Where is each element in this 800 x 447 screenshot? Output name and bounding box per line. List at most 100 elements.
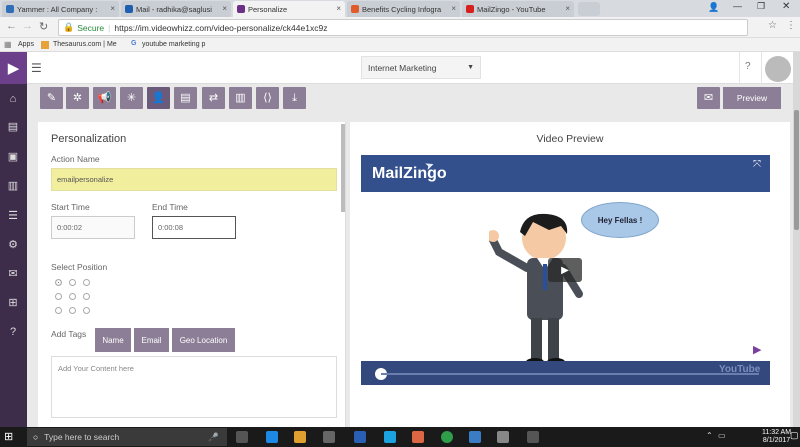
microphone-icon[interactable]: 🎤 xyxy=(208,432,219,443)
start-time-input[interactable]: 0:00:02 xyxy=(51,216,135,239)
browser-tab[interactable]: Benefits Cycling Infogra × xyxy=(347,1,460,17)
task-view-icon[interactable] xyxy=(236,431,248,443)
position-radio-mid-right[interactable] xyxy=(83,293,90,300)
help-icon[interactable]: ? xyxy=(6,325,20,339)
position-radio-bottom-center[interactable] xyxy=(69,307,76,314)
menu-dots-icon[interactable]: ⋮ xyxy=(786,20,796,31)
store-icon[interactable] xyxy=(323,431,335,443)
clock-date: 8/1/2017 xyxy=(762,437,791,444)
close-window-icon[interactable]: ✕ xyxy=(782,1,790,12)
content-textarea[interactable]: Add Your Content here xyxy=(51,356,337,418)
close-tab-icon[interactable]: × xyxy=(565,4,570,13)
home-icon[interactable]: ⌂ xyxy=(6,92,20,106)
browser-tab[interactable]: Mail - radhika@saglusi × xyxy=(121,1,231,17)
position-radio-bottom-left[interactable] xyxy=(55,307,62,314)
back-icon[interactable]: ← xyxy=(6,20,17,32)
address-input[interactable]: 🔒 Secure | https://im.videowhizz.com/vid… xyxy=(58,19,748,36)
page-scrollbar[interactable] xyxy=(793,52,800,427)
browser-tab[interactable]: MailZingo - YouTube × xyxy=(462,1,574,17)
position-radio-top-left[interactable] xyxy=(55,279,62,286)
video-player[interactable]: MailZingo ➤ ⤧ Hey Fellas ! ▶ ▶ YouTube xyxy=(361,155,770,385)
preview-button[interactable]: Preview xyxy=(723,87,781,109)
gear-icon[interactable]: ⚙ xyxy=(6,238,20,252)
file-explorer-icon[interactable] xyxy=(294,431,306,443)
forward-icon[interactable]: → xyxy=(22,20,33,32)
reload-icon[interactable]: ↻ xyxy=(39,20,48,33)
taskbar-search[interactable]: ○ Type here to search 🎤 xyxy=(27,428,227,446)
clock[interactable]: 11:32 AM 8/1/2017 xyxy=(762,429,791,445)
settings-wheel-icon[interactable]: ✲ xyxy=(66,87,89,109)
hamburger-icon[interactable]: ☰ xyxy=(31,61,42,75)
profile-icon[interactable]: 👤 xyxy=(708,2,719,13)
end-time-input[interactable]: 0:00:08 xyxy=(152,216,236,239)
position-radio-top-right[interactable] xyxy=(83,279,90,286)
sparkle-icon[interactable]: ✳ xyxy=(120,87,143,109)
edit-icon[interactable]: ✎ xyxy=(40,87,63,109)
close-tab-icon[interactable]: × xyxy=(451,4,456,13)
tray-arrow-icon[interactable]: ⌃ xyxy=(706,431,713,440)
download-icon[interactable]: ⤓ xyxy=(283,87,306,109)
position-radio-top-center[interactable] xyxy=(69,279,76,286)
tab-label: Personalize xyxy=(248,4,288,14)
star-icon[interactable]: ☆ xyxy=(768,20,777,31)
bar-chart-icon[interactable]: ▥ xyxy=(229,87,252,109)
browser-tab[interactable]: Personalize × xyxy=(233,1,345,17)
document-icon[interactable]: ▤ xyxy=(174,87,197,109)
position-radio-mid-left[interactable] xyxy=(55,293,62,300)
tab-label: Yammer : All Company : xyxy=(17,4,98,14)
browser-tab[interactable]: Yammer : All Company : × xyxy=(2,1,119,17)
close-tab-icon[interactable]: × xyxy=(336,4,341,13)
email-icon[interactable]: ✉ xyxy=(697,87,720,109)
play-button[interactable]: ▶ xyxy=(548,258,582,282)
scrollbar[interactable] xyxy=(341,124,345,212)
videowhizz-watermark-icon: ▶ xyxy=(753,344,762,356)
position-radio-bottom-right[interactable] xyxy=(83,307,90,314)
folder-app-icon[interactable] xyxy=(527,431,539,443)
notifications-icon[interactable]: ▢ xyxy=(790,430,799,441)
app-icon[interactable] xyxy=(412,431,424,443)
close-tab-icon[interactable]: × xyxy=(110,4,115,13)
film-icon[interactable]: ▣ xyxy=(6,150,20,164)
seek-track[interactable] xyxy=(381,373,759,375)
caret-down-icon: ▼ xyxy=(467,64,474,71)
fullscreen-icon[interactable]: ⤧ xyxy=(753,159,761,170)
add-tags-label: Add Tags xyxy=(51,329,87,339)
close-tab-icon[interactable]: × xyxy=(222,4,227,13)
megaphone-icon[interactable]: ✉ xyxy=(6,267,20,281)
avatar[interactable] xyxy=(765,56,791,82)
project-dropdown[interactable]: Internet Marketing ▼ xyxy=(361,56,481,79)
position-radio-mid-center[interactable] xyxy=(69,293,76,300)
megaphone-button[interactable]: 📢 xyxy=(93,87,116,109)
layers-icon[interactable]: ☰ xyxy=(6,209,20,223)
minimize-icon[interactable]: — xyxy=(733,1,742,11)
new-tab-button[interactable] xyxy=(578,2,600,16)
bookmark-youtube-marketing[interactable]: youtube marketing p xyxy=(142,41,205,48)
maximize-icon[interactable]: ❐ xyxy=(757,1,765,12)
word-icon[interactable] xyxy=(354,431,366,443)
edge-icon[interactable] xyxy=(266,431,278,443)
personalize-user-icon[interactable]: 👤 xyxy=(147,87,170,109)
tag-name-button[interactable]: Name xyxy=(95,328,131,352)
swap-icon[interactable]: ⇄ xyxy=(202,87,225,109)
network-icon[interactable]: ▭ xyxy=(718,431,726,440)
tag-geo-location-button[interactable]: Geo Location xyxy=(172,328,235,352)
chart-icon[interactable]: ▥ xyxy=(6,179,20,193)
page-scrollbar-thumb[interactable] xyxy=(794,110,799,230)
action-name-input[interactable]: emailpersonalize xyxy=(51,168,337,191)
bookmark-apps[interactable]: Apps xyxy=(18,41,34,48)
photos-icon[interactable] xyxy=(469,431,481,443)
windows-start-icon[interactable]: ⊞ xyxy=(4,430,13,443)
videowhizz-logo[interactable]: ▶ xyxy=(0,52,27,84)
help-link[interactable]: ? xyxy=(745,61,751,72)
code-icon[interactable]: ⟨⟩ xyxy=(256,87,279,109)
search-icon: ○ xyxy=(33,432,39,442)
start-time-label: Start Time xyxy=(51,202,90,212)
skype-icon[interactable] xyxy=(384,431,396,443)
pages-icon[interactable]: ▤ xyxy=(6,120,20,134)
tag-email-button[interactable]: Email xyxy=(134,328,169,352)
bookmark-thesaurus[interactable]: Thesaurus.com | Me xyxy=(53,41,117,48)
gift-icon[interactable]: ⊞ xyxy=(6,296,20,310)
chrome-icon[interactable] xyxy=(441,431,453,443)
url-text: https://im.videowhizz.com/video-personal… xyxy=(114,22,328,33)
media-icon[interactable] xyxy=(497,431,509,443)
